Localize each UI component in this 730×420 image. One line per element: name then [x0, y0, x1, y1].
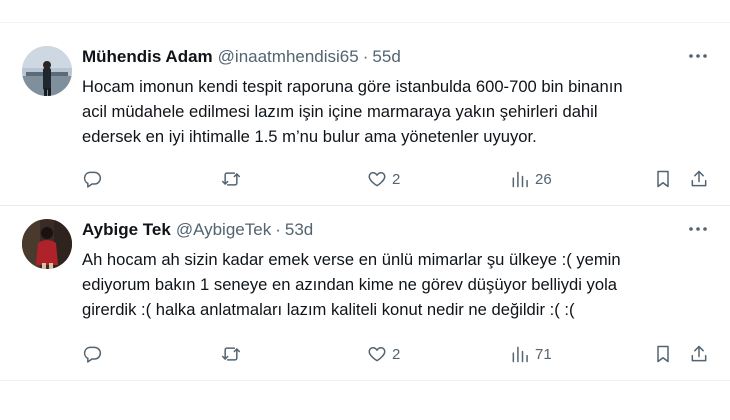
tweet-text-line: edersek en iyi ihtimalle 1.5 m’nu bulur …: [82, 127, 537, 146]
tweet-text-line: Ah hocam ah sizin kadar emek verse en ün…: [82, 250, 621, 269]
reply-icon: [83, 171, 102, 188]
views-button[interactable]: 26: [510, 167, 552, 191]
retweet-button[interactable]: [221, 342, 246, 366]
timestamp[interactable]: 55d: [372, 47, 400, 66]
view-count: 71: [535, 345, 552, 363]
share-button[interactable]: [689, 167, 709, 191]
reply-icon: [83, 346, 102, 363]
author-handle[interactable]: @inaatmhendisi65: [218, 47, 359, 66]
author-handle[interactable]: @AybigeTek: [176, 220, 271, 239]
tweet-text: Ah hocam ah sizin kadar emek verse en ün…: [82, 247, 718, 322]
avatar[interactable]: [22, 219, 72, 269]
heart-icon: [368, 172, 386, 187]
share-button[interactable]: [689, 342, 709, 366]
tweet-text-line: ediyorum bakın 1 seneye en azından kime …: [82, 275, 618, 294]
share-icon: [691, 170, 707, 187]
like-button[interactable]: 2: [367, 342, 400, 366]
reply-button[interactable]: [82, 342, 107, 366]
like-count: 2: [392, 345, 401, 363]
tweet-text-line: Hocam imonun kendi tespit raporuna göre …: [82, 77, 623, 96]
divider: [0, 380, 730, 381]
retweet-button[interactable]: [221, 167, 246, 191]
tweet[interactable]: Aybige Tek @AybigeTek · 53d Ah hocam ah siz…: [0, 206, 730, 380]
bookmark-icon: [657, 170, 669, 188]
author-name[interactable]: Mühendis Adam: [82, 47, 213, 66]
tweet-text: Hocam imonun kendi tespit raporuna göre …: [82, 74, 718, 149]
views-bar-chart-icon: [512, 171, 528, 188]
like-button[interactable]: 2: [367, 167, 400, 191]
separator-dot: ·: [362, 47, 369, 66]
share-icon: [691, 345, 707, 362]
bookmark-icon: [657, 345, 669, 363]
tweet-text-line: girerdik :( halka anlatmaları lazım kali…: [82, 300, 575, 319]
action-bar: 2 71: [82, 342, 712, 366]
bookmark-button[interactable]: [653, 167, 673, 191]
more-horizontal-icon[interactable]: [686, 218, 710, 240]
retweet-icon: [221, 347, 241, 361]
tweet-header: Aybige Tek @AybigeTek · 53d: [82, 220, 710, 242]
like-count: 2: [392, 170, 401, 188]
separator-dot: ·: [275, 220, 281, 239]
heart-icon: [368, 347, 386, 362]
tweet[interactable]: Mühendis Adam @inaatmhendisi65 · 55d Hocam …: [0, 33, 730, 205]
views-bar-chart-icon: [512, 346, 528, 363]
timestamp[interactable]: 53d: [285, 220, 313, 239]
divider: [0, 22, 730, 23]
action-bar: 2 26: [82, 167, 712, 191]
tweet-text-line: acil müdahele edilmesi lazım işin içine …: [82, 102, 598, 121]
avatar[interactable]: [22, 46, 72, 96]
bookmark-button[interactable]: [653, 342, 673, 366]
more-horizontal-icon[interactable]: [686, 45, 710, 67]
views-button[interactable]: 71: [510, 342, 552, 366]
retweet-icon: [221, 172, 241, 186]
reply-button[interactable]: [82, 167, 107, 191]
tweet-header: Mühendis Adam @inaatmhendisi65 · 55d: [82, 47, 710, 69]
author-name[interactable]: Aybige Tek: [82, 220, 171, 239]
view-count: 26: [535, 170, 552, 188]
